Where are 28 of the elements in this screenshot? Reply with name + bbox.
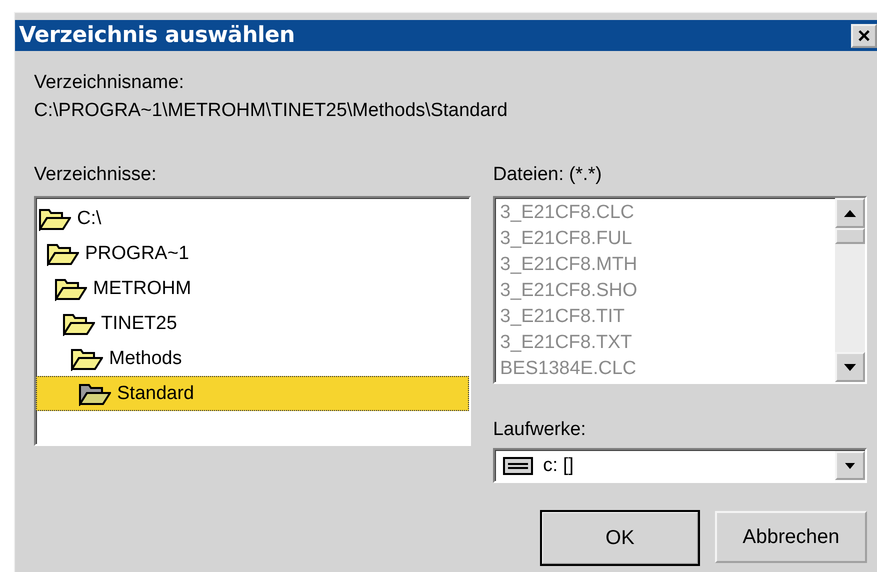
- directory-item[interactable]: Methods: [36, 341, 469, 376]
- drive-dropdown[interactable]: c: []: [493, 448, 867, 483]
- open-folder-icon: [47, 242, 79, 266]
- directory-item[interactable]: Standard: [36, 376, 469, 411]
- directory-path: C:\PROGRA~1\METROHM\TINET25\Methods\Standard: [34, 99, 509, 123]
- drive-value: c: []: [543, 454, 575, 476]
- window-title: Verzeichnis auswählen: [19, 23, 295, 48]
- directory-name-label: Verzeichnisname:: [34, 71, 185, 95]
- open-folder-icon: [39, 206, 71, 230]
- open-folder-icon: [71, 346, 103, 370]
- directory-item[interactable]: C:\: [36, 201, 469, 236]
- drives-label: Laufwerke:: [493, 418, 587, 442]
- dropdown-button[interactable]: [835, 451, 865, 480]
- directories-label: Verzeichnisse:: [34, 163, 158, 187]
- down-arrow-icon: [844, 364, 856, 370]
- open-folder-icon: [79, 382, 111, 406]
- caret-icon: [845, 462, 855, 468]
- open-folder-icon: [63, 312, 95, 336]
- files-label: Dateien: (*.*): [493, 163, 603, 187]
- ok-button[interactable]: OK: [541, 511, 699, 565]
- close-button[interactable]: ×: [851, 24, 877, 48]
- directory-item[interactable]: TINET25: [36, 306, 469, 341]
- open-folder-icon: [55, 276, 87, 300]
- drive-icon: [503, 456, 533, 474]
- directory-item[interactable]: METROHM: [36, 271, 469, 306]
- up-arrow-icon: [844, 210, 856, 216]
- cancel-button[interactable]: Abbrechen: [715, 511, 867, 563]
- directory-item[interactable]: PROGRA~1: [36, 236, 469, 271]
